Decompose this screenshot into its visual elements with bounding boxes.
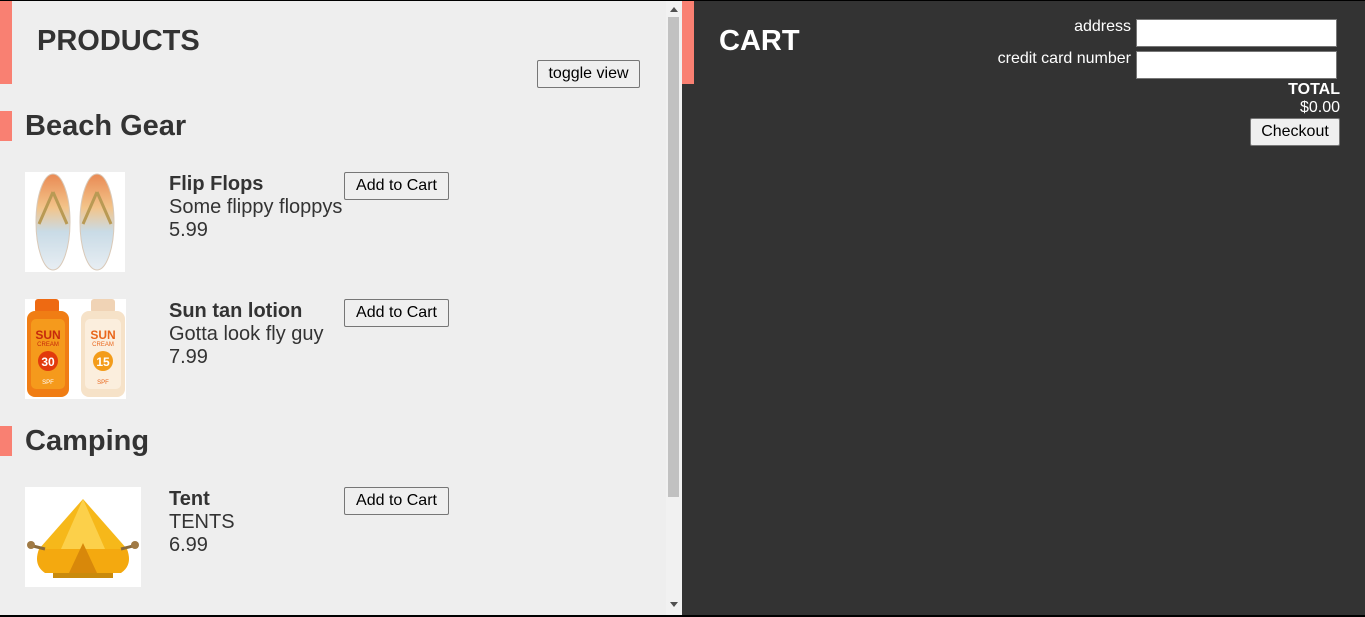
lotion-left-tag: SPF [42,380,54,386]
add-to-cart-button[interactable]: Add to Cart [344,487,449,515]
product-price: 7.99 [169,346,208,368]
credit-card-label: credit card number [997,50,1131,67]
product-item: Flip Flops Some flippy floppys 5.99 [169,173,342,242]
product-name: Tent [169,488,210,510]
scroll-down-arrow-icon[interactable] [670,602,678,607]
add-to-cart-button[interactable]: Add to Cart [344,172,449,200]
lotion-right-sub: CREAM [92,342,114,348]
product-name: Sun tan lotion [169,300,303,322]
address-input[interactable] [1136,19,1337,47]
product-description: TENTS [169,511,235,533]
checkout-button[interactable]: Checkout [1250,118,1340,146]
category-accent [0,426,12,456]
scrollbar-thumb[interactable] [668,17,679,497]
category-accent [0,111,12,141]
cart-title: CART [719,25,800,57]
products-title: PRODUCTS [37,25,200,57]
flip-flops-image [25,172,125,272]
products-panel: PRODUCTS toggle view Beach Gear Flip Flo… [0,1,666,615]
product-name: Flip Flops [169,173,264,195]
lotion-right-tag: SPF [97,380,109,386]
total-label: TOTAL [1288,81,1340,98]
address-label: address [1074,18,1131,35]
toggle-view-button[interactable]: toggle view [537,60,640,88]
lotion-right-brand: SUN [90,328,115,342]
products-title-accent [0,1,12,84]
cart-panel: CART address credit card number TOTAL $0… [682,1,1365,615]
add-to-cart-button[interactable]: Add to Cart [344,299,449,327]
category-heading-camping: Camping [25,425,150,457]
lotion-left-brand: SUN [35,328,60,342]
product-description: Gotta look fly guy [169,323,324,345]
lotion-right-spf: 15 [96,355,110,369]
lotion-left-spf: 30 [41,355,55,369]
product-price: 6.99 [169,534,208,556]
tent-image [25,487,141,587]
scroll-up-arrow-icon[interactable] [670,7,678,12]
category-heading-beach-gear: Beach Gear [25,110,187,142]
products-scrollbar[interactable] [666,1,682,615]
cart-title-accent [682,1,694,84]
product-item: Sun tan lotion Gotta look fly guy 7.99 [169,300,324,369]
lotion-left-sub: CREAM [37,342,59,348]
credit-card-input[interactable] [1136,51,1337,79]
product-item: Tent TENTS 6.99 [169,488,235,557]
product-description: Some flippy floppys [169,196,343,218]
product-price: 5.99 [169,219,208,241]
sun-lotion-image: SUN CREAM 30 SPF SUN CREAM 15 SPF [25,299,126,399]
total-value: $0.00 [1299,99,1340,116]
